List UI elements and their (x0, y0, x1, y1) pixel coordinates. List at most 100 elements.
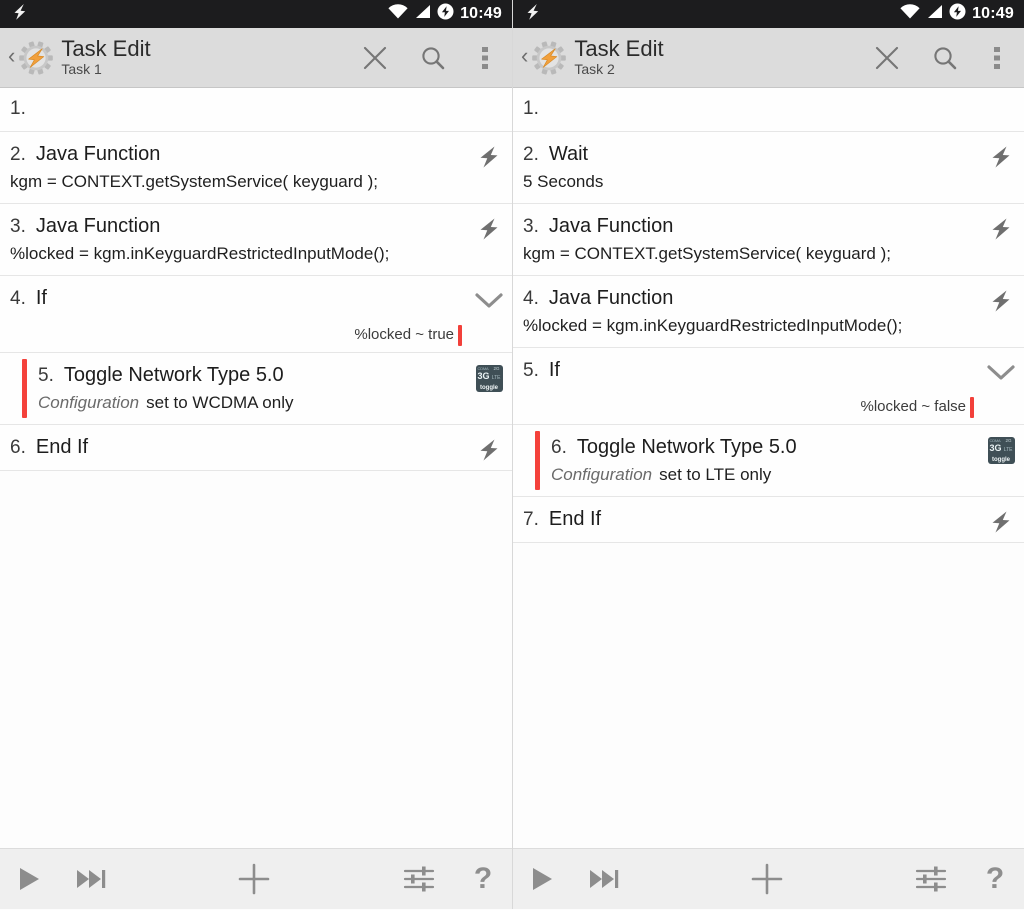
action-row[interactable]: 6. End If (0, 425, 512, 471)
action-bolt-icon[interactable] (474, 142, 504, 172)
action-subtitle: %locked = kgm.inKeyguardRestrictedInputM… (523, 316, 903, 335)
action-name: If (35, 287, 47, 309)
action-number: 2. (10, 144, 26, 165)
action-row-content: 4. Java Function %locked = kgm.inKeyguardR… (513, 285, 1018, 338)
action-title-line: 6. Toggle Network Type 5.0 (551, 434, 974, 461)
action-row[interactable]: 7. End If (513, 497, 1024, 543)
action-row-content: 4. If %locked ~ true (0, 285, 506, 346)
action-bolt-icon[interactable] (986, 142, 1016, 172)
condition-red-bar (970, 397, 974, 418)
action-type-icon[interactable]: CDMA 2G 3G LTE toggle (986, 435, 1016, 465)
action-number: 1. (523, 98, 539, 119)
overflow-menu-button[interactable] (974, 29, 1020, 87)
search-button[interactable] (404, 29, 462, 87)
action-number: 6. (10, 437, 26, 458)
action-type-icon[interactable]: CDMA 2G 3G LTE toggle (474, 363, 504, 393)
action-row-content: 3. Java Function %locked = kgm.inKeyguardR… (0, 213, 506, 266)
action-bolt-icon[interactable] (474, 214, 504, 244)
status-bar-left (523, 2, 543, 27)
action-condition: %locked ~ false (523, 397, 974, 418)
help-button[interactable]: ? (966, 849, 1024, 910)
tasker-gear-icon[interactable] (19, 40, 54, 75)
tasker-bolt-icon (523, 2, 543, 27)
action-row[interactable]: 3. Java Function kgm = CONTEXT.getSystemSe… (513, 204, 1024, 276)
status-bar: 10:49 (0, 0, 512, 28)
action-number: 3. (523, 216, 539, 237)
action-subtitle: kgm = CONTEXT.getSystemService( keyguard… (10, 172, 378, 191)
action-title-line: 1. (10, 96, 462, 122)
wifi-icon (900, 4, 920, 24)
action-row-content: 5. If %locked ~ false (513, 357, 1018, 418)
action-row[interactable]: 6. Toggle Network Type 5.0 Configuration se… (513, 425, 1024, 497)
add-action-button[interactable] (217, 849, 291, 910)
action-row-content: 7. End If (513, 506, 1018, 533)
action-title-line: 1. (523, 96, 974, 122)
status-bar-right: 10:49 (388, 3, 502, 25)
add-action-button[interactable] (730, 849, 804, 910)
action-title-line: 5. If (523, 357, 974, 384)
action-name: Toggle Network Type 5.0 (63, 364, 284, 386)
close-button[interactable] (858, 29, 916, 87)
title-block: Task Edit Task 1 (61, 37, 150, 78)
action-row[interactable]: 5. If %locked ~ false (513, 348, 1024, 425)
status-bar-left (10, 2, 30, 27)
action-name: Toggle Network Type 5.0 (576, 436, 797, 458)
action-subtitle: %locked = kgm.inKeyguardRestrictedInputM… (10, 244, 390, 263)
action-row[interactable]: 5. Toggle Network Type 5.0 Configuration se… (0, 353, 512, 425)
action-bar: ‹ Task Edit Task 2 (513, 28, 1024, 88)
collapse-chevron-icon[interactable] (474, 286, 504, 316)
run-task-button[interactable] (0, 849, 58, 910)
action-row-content: 5. Toggle Network Type 5.0 Configuration se… (0, 362, 506, 415)
cellular-signal-icon (414, 4, 431, 24)
action-title-line: 4. Java Function (523, 285, 974, 312)
action-list[interactable]: 1. 2. Java Function kgm = CONTEXT.getSystem… (0, 88, 512, 848)
action-bolt-icon[interactable] (986, 286, 1016, 316)
action-bar: ‹ Task Edit Task 1 (0, 28, 512, 88)
action-subtitle: kgm = CONTEXT.getSystemService( keyguard… (523, 244, 891, 263)
action-bolt-icon[interactable] (986, 214, 1016, 244)
action-row[interactable]: 2. Wait 5 Seconds (513, 132, 1024, 204)
search-button[interactable] (916, 29, 974, 87)
action-row[interactable]: 3. Java Function %locked = kgm.inKeyguardR… (0, 204, 512, 276)
tasker-gear-icon[interactable] (532, 40, 567, 75)
collapse-chevron-icon[interactable] (986, 358, 1016, 388)
action-row-content: 1. (513, 96, 1018, 122)
step-task-button[interactable] (58, 849, 124, 910)
action-bolt-icon[interactable] (986, 507, 1016, 537)
action-row[interactable]: 2. Java Function kgm = CONTEXT.getSystemSe… (0, 132, 512, 204)
action-row[interactable]: 4. If %locked ~ true (0, 276, 512, 353)
close-button[interactable] (346, 29, 404, 87)
action-name: If (548, 359, 560, 381)
bottom-toolbar: ? (513, 848, 1024, 909)
task-properties-button[interactable] (896, 849, 966, 910)
action-title-line: 3. Java Function (10, 213, 462, 240)
overflow-menu-button[interactable] (462, 29, 508, 87)
step-task-button[interactable] (571, 849, 637, 910)
action-title-line: 4. If (10, 285, 462, 312)
action-number: 2. (523, 144, 539, 165)
action-row-content: 2. Wait 5 Seconds (513, 141, 1018, 194)
help-button[interactable]: ? (454, 849, 512, 910)
back-chevron-icon[interactable]: ‹ (519, 44, 530, 71)
action-name: End If (35, 436, 89, 458)
run-task-button[interactable] (513, 849, 571, 910)
action-subtitle: Configuration set to LTE only (551, 465, 772, 484)
action-name: Java Function (548, 287, 674, 309)
action-row[interactable]: 1. (513, 88, 1024, 132)
action-row[interactable]: 4. Java Function %locked = kgm.inKeyguardR… (513, 276, 1024, 348)
action-number: 1. (10, 98, 26, 119)
task-properties-button[interactable] (384, 849, 454, 910)
action-title-line: 5. Toggle Network Type 5.0 (38, 362, 462, 389)
action-bar-actions (346, 29, 508, 87)
page-subtitle: Task 2 (574, 61, 615, 77)
action-number: 5. (38, 365, 54, 386)
action-bolt-icon[interactable] (474, 435, 504, 465)
back-chevron-icon[interactable]: ‹ (6, 44, 17, 71)
action-row-content: 6. Toggle Network Type 5.0 Configuration se… (513, 434, 1018, 487)
action-row[interactable]: 1. (0, 88, 512, 132)
status-bar-right: 10:49 (900, 3, 1014, 25)
toggle-network-type-icon: CDMA 2G 3G LTE toggle (475, 364, 503, 392)
action-bar-actions (858, 29, 1020, 87)
action-list[interactable]: 1. 2. Wait 5 Seconds 3. Java Function kgm = CO… (513, 88, 1024, 848)
action-number: 5. (523, 360, 539, 381)
